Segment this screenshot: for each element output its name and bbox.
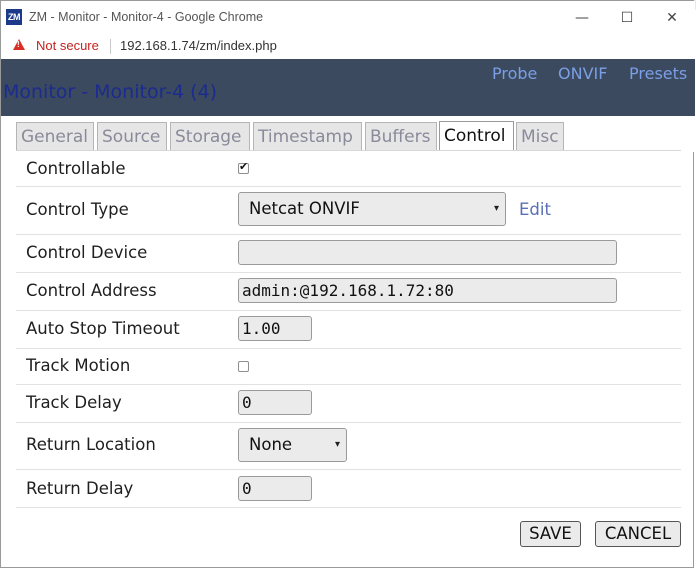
- tab-storage[interactable]: Storage: [170, 122, 250, 151]
- controllable-label: Controllable: [26, 159, 126, 178]
- close-icon[interactable]: ✕: [658, 7, 686, 29]
- control-address-label: Control Address: [26, 281, 157, 300]
- probe-link[interactable]: Probe: [492, 64, 537, 83]
- control-device-input[interactable]: [238, 240, 617, 265]
- chevron-down-icon: ▾: [493, 203, 499, 214]
- address-separator: [110, 39, 111, 54]
- cancel-button[interactable]: CANCEL: [595, 521, 681, 547]
- page-header: Probe ONVIF Presets Monitor - Monitor-4 …: [1, 59, 695, 116]
- tab-buffers[interactable]: Buffers: [365, 122, 437, 151]
- tab-general[interactable]: General: [16, 122, 94, 151]
- track-motion-checkbox[interactable]: [238, 361, 249, 372]
- presets-link[interactable]: Presets: [629, 64, 687, 83]
- title-bar: ZM ZM - Monitor - Monitor-4 - Google Chr…: [1, 1, 695, 34]
- minimize-icon[interactable]: —: [568, 7, 596, 29]
- return-delay-label: Return Delay: [26, 479, 134, 498]
- address-bar[interactable]: Not secure 192.168.1.74/zm/index.php: [1, 34, 695, 60]
- tab-bar: General Source Storage Timestamp Buffers…: [1, 116, 695, 152]
- browser-window: ZM ZM - Monitor - Monitor-4 - Google Chr…: [0, 0, 695, 568]
- window-title: ZM - Monitor - Monitor-4 - Google Chrome: [29, 10, 264, 24]
- return-location-value: None: [249, 435, 293, 454]
- tab-misc[interactable]: Misc: [516, 122, 564, 151]
- auto-stop-timeout-label: Auto Stop Timeout: [26, 319, 180, 338]
- row-return-location: Return Location None ▾: [16, 422, 681, 470]
- zm-app-icon: ZM: [6, 9, 22, 25]
- track-delay-label: Track Delay: [26, 393, 122, 412]
- security-indicator[interactable]: Not secure: [36, 38, 99, 53]
- tab-timestamp[interactable]: Timestamp: [253, 122, 362, 151]
- auto-stop-timeout-input[interactable]: 1.00: [238, 316, 312, 341]
- control-type-label: Control Type: [26, 200, 129, 219]
- return-location-label: Return Location: [26, 435, 156, 454]
- row-controllable: Controllable: [16, 151, 681, 187]
- row-control-type: Control Type Netcat ONVIF ▾ Edit: [16, 186, 681, 235]
- chevron-down-icon: ▾: [334, 439, 340, 450]
- track-motion-label: Track Motion: [26, 356, 131, 375]
- track-delay-input[interactable]: 0: [238, 390, 312, 415]
- controllable-checkbox[interactable]: [238, 160, 249, 174]
- url-text[interactable]: 192.168.1.74/zm/index.php: [120, 38, 277, 53]
- row-track-motion: Track Motion: [16, 348, 681, 385]
- row-track-delay: Track Delay 0: [16, 384, 681, 423]
- control-form: Controllable Control Type Netcat ONVIF ▾…: [16, 150, 681, 508]
- row-control-device: Control Device: [16, 234, 681, 273]
- row-return-delay: Return Delay 0: [16, 469, 681, 508]
- warning-triangle-icon: [13, 39, 25, 50]
- return-location-select[interactable]: None ▾: [238, 428, 347, 462]
- tab-source[interactable]: Source: [97, 122, 167, 151]
- save-button[interactable]: SAVE: [520, 521, 581, 547]
- tab-control[interactable]: Control: [439, 121, 514, 151]
- return-delay-input[interactable]: 0: [238, 476, 312, 501]
- maximize-icon[interactable]: ☐: [613, 7, 641, 29]
- control-type-value: Netcat ONVIF: [249, 199, 360, 218]
- control-address-input[interactable]: admin:@192.168.1.72:80: [238, 278, 617, 303]
- row-auto-stop-timeout: Auto Stop Timeout 1.00: [16, 310, 681, 349]
- control-type-select[interactable]: Netcat ONVIF ▾: [238, 192, 506, 226]
- onvif-link[interactable]: ONVIF: [558, 64, 607, 83]
- row-control-address: Control Address admin:@192.168.1.72:80: [16, 272, 681, 311]
- control-type-edit-link[interactable]: Edit: [519, 200, 551, 219]
- control-device-label: Control Device: [26, 243, 148, 262]
- page-title: Monitor - Monitor-4 (4): [3, 81, 218, 103]
